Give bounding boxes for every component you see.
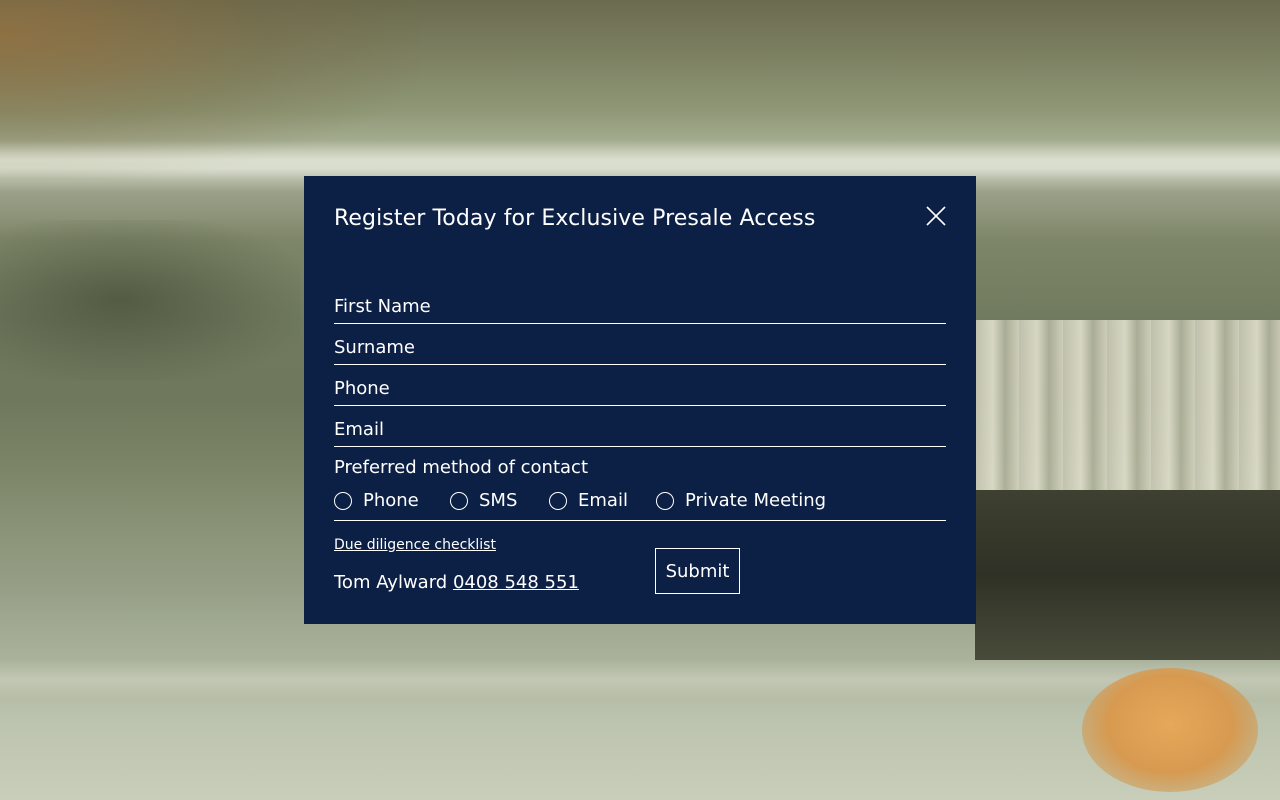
close-button[interactable] [924, 204, 948, 228]
background-dark-area [0, 220, 300, 380]
contact-option-email[interactable]: Email [549, 490, 628, 511]
contact-method-label: Preferred method of contact [334, 457, 589, 478]
radio-button-icon[interactable] [549, 491, 567, 510]
contact-method-group: Phone SMS Email Private Meeting [334, 478, 946, 521]
registration-modal: Register Today for Exclusive Presale Acc… [304, 176, 976, 624]
agent-phone-link[interactable]: 0408 548 551 [453, 572, 579, 593]
radio-button-icon[interactable] [656, 491, 674, 510]
background-lower-streak [0, 660, 1280, 700]
phone-field[interactable] [334, 368, 946, 406]
email-input[interactable] [334, 409, 946, 446]
modal-title: Register Today for Exclusive Presale Acc… [334, 206, 816, 231]
background-light-streak [0, 140, 1280, 180]
due-diligence-checklist-link[interactable]: Due diligence checklist [334, 537, 496, 553]
submit-button[interactable]: Submit [655, 548, 740, 594]
contact-option-phone[interactable]: Phone [334, 490, 419, 511]
close-icon [926, 206, 946, 226]
contact-option-private-meeting[interactable]: Private Meeting [656, 490, 826, 511]
radio-button-icon[interactable] [334, 491, 352, 510]
radio-button-icon[interactable] [450, 491, 468, 510]
first-name-field[interactable] [334, 286, 946, 324]
background-storefront [975, 490, 1280, 660]
contact-option-label: Email [578, 490, 628, 511]
agent-name: Tom Aylward [334, 572, 448, 593]
contact-option-label: Phone [363, 490, 419, 511]
contact-option-label: SMS [479, 490, 518, 511]
background-orange-light [1082, 668, 1258, 792]
contact-option-sms[interactable]: SMS [450, 490, 517, 511]
agent-contact: Tom Aylward 0408 548 551 [334, 572, 579, 593]
contact-option-label: Private Meeting [685, 490, 827, 511]
surname-field[interactable] [334, 327, 946, 365]
surname-input[interactable] [334, 327, 946, 364]
first-name-input[interactable] [334, 286, 946, 323]
email-field[interactable] [334, 409, 946, 447]
background-awning [975, 320, 1280, 500]
phone-input[interactable] [334, 368, 946, 405]
